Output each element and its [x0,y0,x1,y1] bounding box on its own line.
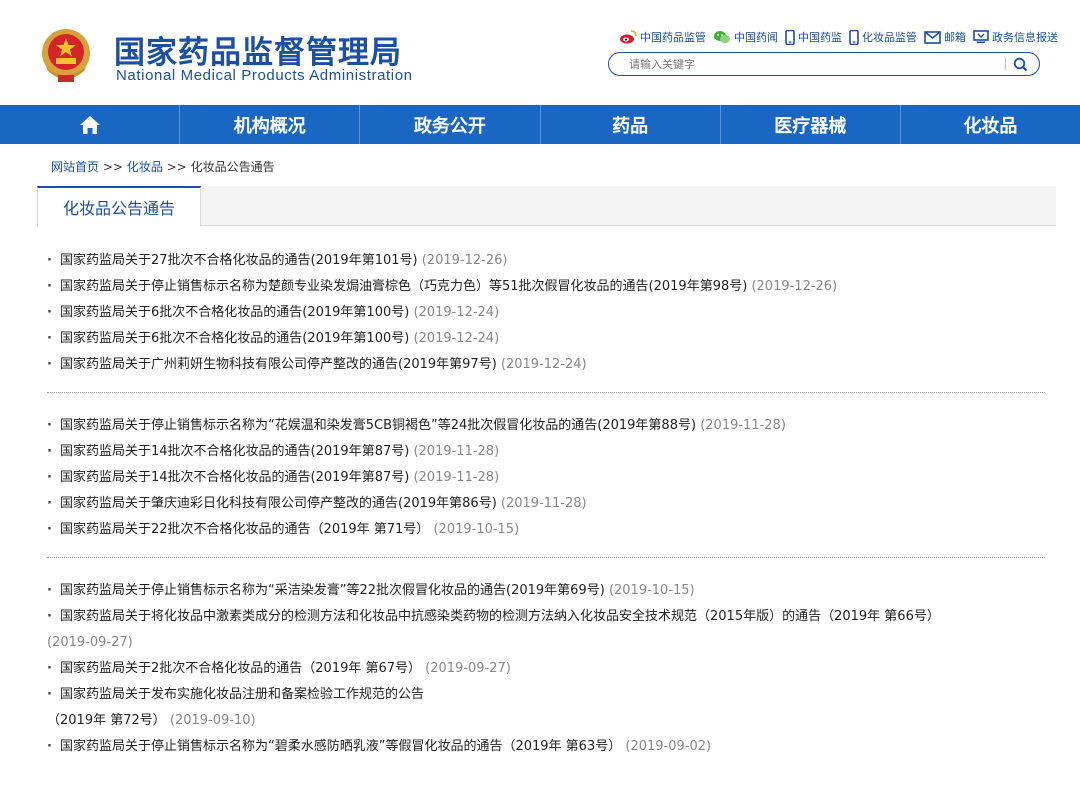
notice-date: (2019-11-28) [413,444,500,459]
breadcrumb-separator: >> [102,160,123,174]
notice-title[interactable]: 国家药监局关于肇庆迪彩日化科技有限公司停产整改的通告(2019年第86号) [60,496,497,511]
monitor-icon [973,30,989,44]
notice-group: 国家药监局关于停止销售标示名称为“采洁染发膏”等22批次假冒化妆品的通告(201… [47,578,1045,774]
notice-title[interactable]: 国家药监局关于14批次不合格化妆品的通告(2019年第87号) [60,444,409,459]
nav-item-government-affairs[interactable]: 政务公开 [360,105,541,144]
notice-title[interactable]: 国家药监局关于停止销售标示名称为“花娱温和染发膏5CB铜褐色”等24批次假冒化妆… [60,418,696,433]
top-link-label: 化妆品监管 [862,31,917,44]
top-link-app-cosmetics[interactable]: 化妆品监管 [849,29,917,45]
list-item[interactable]: 国家药监局关于停止销售标示名称为“碧柔水感防晒乳液”等假冒化妆品的通告（2019… [47,734,1045,760]
top-link-label: 政务信息报送 [992,31,1058,44]
notice-date: (2019-09-27) [425,661,511,676]
notice-title-continued[interactable]: （2019年 第72号） [47,713,166,728]
notice-title[interactable]: 国家药监局关于6批次不合格化妆品的通告(2019年第100号) [60,305,409,320]
notice-date: (2019-12-24) [500,357,587,372]
notice-date: (2019-11-28) [500,496,587,511]
notice-group: 国家药监局关于停止销售标示名称为“花娱温和染发膏5CB铜褐色”等24批次假冒化妆… [47,413,1045,558]
list-item[interactable]: 国家药监局关于14批次不合格化妆品的通告(2019年第87号) (2019-11… [47,465,1045,491]
notice-date: (2019-11-28) [413,470,500,485]
notice-title[interactable]: 国家药监局关于27批次不合格化妆品的通告(2019年第101号) [60,253,418,268]
top-link-app-yaojian[interactable]: 中国药监 [785,29,842,45]
list-item[interactable]: 国家药监局关于广州莉妍生物科技有限公司停产整改的通告(2019年第97号) (2… [47,352,1045,378]
notice-title[interactable]: 国家药监局关于发布实施化妆品注册和备案检验工作规范的公告 [60,687,424,702]
notice-title[interactable]: 国家药监局关于6批次不合格化妆品的通告(2019年第100号) [60,331,409,346]
breadcrumb-section[interactable]: 化妆品 [127,160,163,174]
site-title-cn[interactable]: 国家药品监督管理局 [114,27,402,72]
list-item[interactable]: 国家药监局关于将化妆品中激素类成分的检测方法和化妆品中抗感染类药物的检测方法纳入… [47,604,1045,656]
breadcrumb: 网站首页 >> 化妆品 >> 化妆品公告通告 [51,158,275,175]
nav-item-drugs[interactable]: 药品 [541,105,721,144]
weibo-icon [620,30,637,44]
national-emblem-icon [42,29,90,82]
list-item[interactable]: 国家药监局关于27批次不合格化妆品的通告(2019年第101号) (2019-1… [47,248,1045,274]
list-item[interactable]: 国家药监局关于发布实施化妆品注册和备案检验工作规范的公告 （2019年 第72号）… [47,682,1045,734]
notice-title[interactable]: 国家药监局关于2批次不合格化妆品的通告（2019年 第67号） [60,661,421,676]
list-item[interactable]: 国家药监局关于停止销售标示名称为“采洁染发膏”等22批次假冒化妆品的通告(201… [47,578,1045,604]
main-nav: 机构概况 政务公开 药品 医疗器械 化妆品 [0,105,1080,144]
nav-home[interactable] [0,105,181,144]
breadcrumb-home[interactable]: 网站首页 [51,160,99,174]
list-item[interactable]: 国家药监局关于14批次不合格化妆品的通告(2019年第87号) (2019-11… [47,439,1045,465]
search-icon[interactable] [1013,57,1028,72]
top-link-label: 中国药监 [798,31,842,44]
list-item[interactable]: 国家药监局关于肇庆迪彩日化科技有限公司停产整改的通告(2019年第86号) (2… [47,491,1045,517]
top-links: 中国药品监管 中国药闻 中国药监 化妆品监管 邮箱 政务信息报送 [619,29,1058,45]
search-box [608,52,1040,76]
nav-item-organization[interactable]: 机构概况 [180,105,361,144]
mobile-icon [849,29,859,45]
list-item[interactable]: 国家药监局关于停止销售标示名称为“花娱温和染发膏5CB铜褐色”等24批次假冒化妆… [47,413,1045,439]
tab-bar: 化妆品公告通告 [37,186,1056,226]
notice-title[interactable]: 国家药监局关于停止销售标示名称为“碧柔水感防晒乳液”等假冒化妆品的通告（2019… [60,739,621,754]
notice-date: (2019-11-28) [700,418,786,433]
notice-title[interactable]: 国家药监局关于停止销售标示名称为楚颜专业染发焗油膏棕色（巧克力色）等51批次假冒… [60,279,747,294]
notice-title[interactable]: 国家药监局关于将化妆品中激素类成分的检测方法和化妆品中抗感染类药物的检测方法纳入… [60,609,940,624]
top-link-weibo[interactable]: 中国药品监管 [619,29,706,45]
wechat-icon [714,31,730,43]
breadcrumb-current: 化妆品公告通告 [190,160,275,174]
top-link-report[interactable]: 政务信息报送 [973,29,1058,45]
list-item[interactable]: 国家药监局关于22批次不合格化妆品的通告（2019年 第71号） (2019-1… [47,517,1045,543]
notice-date: (2019-12-24) [413,305,500,320]
notice-title[interactable]: 国家药监局关于14批次不合格化妆品的通告(2019年第87号) [60,470,409,485]
notice-date: (2019-09-27) [47,635,133,650]
notice-date: (2019-10-15) [608,583,695,598]
list-item[interactable]: 国家药监局关于停止销售标示名称为楚颜专业染发焗油膏棕色（巧克力色）等51批次假冒… [47,274,1045,300]
site-title-en[interactable]: National Medical Products Administration [116,67,413,84]
notice-date: (2019-12-24) [413,331,500,346]
breadcrumb-separator: >> [166,160,187,174]
notice-date: (2019-12-26) [751,279,838,294]
site-header: 国家药品监督管理局 National Medical Products Admi… [0,0,1080,104]
list-item[interactable]: 国家药监局关于2批次不合格化妆品的通告（2019年 第67号） (2019-09… [47,656,1045,682]
top-link-label: 中国药闻 [734,31,778,44]
notice-date: (2019-12-26) [421,253,508,268]
notice-date: (2019-10-15) [433,522,520,537]
notice-group: 国家药监局关于27批次不合格化妆品的通告(2019年第101号) (2019-1… [47,248,1045,393]
notice-title[interactable]: 国家药监局关于22批次不合格化妆品的通告（2019年 第71号） [60,522,429,537]
list-item[interactable]: 国家药监局关于6批次不合格化妆品的通告(2019年第100号) (2019-12… [47,300,1045,326]
notice-list: 国家药监局关于27批次不合格化妆品的通告(2019年第101号) (2019-1… [47,248,1045,794]
search-input[interactable] [629,56,999,72]
nav-item-medical-devices[interactable]: 医疗器械 [721,105,901,144]
top-link-label: 中国药品监管 [640,31,706,44]
notice-date: (2019-09-10) [169,713,256,728]
list-item[interactable]: 国家药监局关于6批次不合格化妆品的通告(2019年第100号) (2019-12… [47,326,1045,352]
top-link-mail[interactable]: 邮箱 [924,29,966,45]
home-icon [79,115,100,134]
notice-title[interactable]: 国家药监局关于广州莉妍生物科技有限公司停产整改的通告(2019年第97号) [60,357,497,372]
search-divider [1005,58,1006,71]
mail-icon [924,30,941,44]
mobile-icon [785,29,795,45]
top-link-label: 邮箱 [944,31,966,44]
top-link-wechat[interactable]: 中国药闻 [713,29,778,45]
nav-item-cosmetics[interactable]: 化妆品 [901,105,1080,144]
notice-title[interactable]: 国家药监局关于停止销售标示名称为“采洁染发膏”等22批次假冒化妆品的通告(201… [60,583,605,598]
notice-date: (2019-09-02) [625,739,712,754]
tab-cosmetics-notices[interactable]: 化妆品公告通告 [37,186,201,226]
